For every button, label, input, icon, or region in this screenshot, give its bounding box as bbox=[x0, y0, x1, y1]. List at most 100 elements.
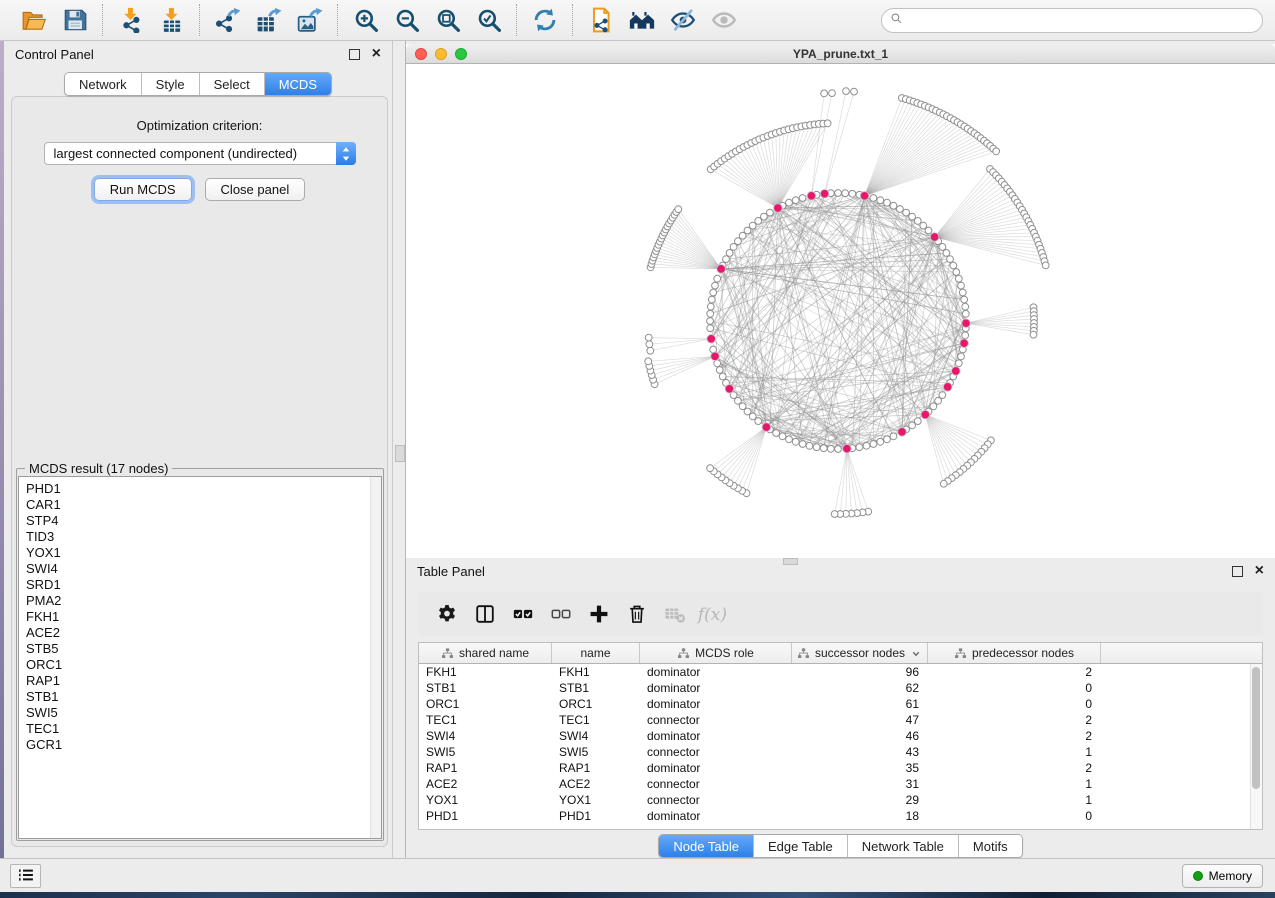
mcds-result-item[interactable]: SWI5 bbox=[26, 705, 381, 721]
export-network-button[interactable] bbox=[207, 4, 248, 36]
table-row[interactable]: ORC1ORC1dominator610 bbox=[419, 696, 1262, 712]
network-canvas[interactable] bbox=[406, 64, 1275, 557]
mcds-result-item[interactable]: STP4 bbox=[26, 513, 381, 529]
open-file-button[interactable] bbox=[13, 4, 54, 36]
import-table-button[interactable] bbox=[151, 4, 192, 36]
mcds-result-item[interactable]: ACE2 bbox=[26, 625, 381, 641]
run-mcds-button[interactable]: Run MCDS bbox=[94, 178, 192, 201]
network-window-titlebar[interactable]: YPA_prune.txt_1 bbox=[406, 44, 1275, 64]
show-columns-button[interactable] bbox=[466, 597, 504, 631]
column-header-predecessor-nodes[interactable]: predecessor nodes bbox=[928, 643, 1101, 663]
table-row[interactable]: PHD1PHD1dominator180 bbox=[419, 808, 1262, 824]
table-cell: 43 bbox=[792, 745, 928, 759]
import-table-icon bbox=[159, 7, 185, 33]
mcds-result-item[interactable]: YOX1 bbox=[26, 545, 381, 561]
show-columns-icon bbox=[474, 603, 496, 625]
mcds-result-item[interactable]: FKH1 bbox=[26, 609, 381, 625]
mcds-result-item[interactable]: SWI4 bbox=[26, 561, 381, 577]
table-row[interactable]: TEC1TEC1connector472 bbox=[419, 712, 1262, 728]
table-row[interactable]: ACE2ACE2connector311 bbox=[419, 776, 1262, 792]
column-type-icon bbox=[441, 647, 454, 660]
table-cell: 2 bbox=[928, 665, 1101, 679]
hide-selected-button[interactable] bbox=[662, 4, 703, 36]
table-tab-motifs[interactable]: Motifs bbox=[958, 835, 1022, 857]
table-cell: SWI5 bbox=[552, 745, 640, 759]
save-session-button[interactable] bbox=[54, 4, 95, 36]
table-row[interactable]: SWI5SWI5connector431 bbox=[419, 744, 1262, 760]
table-cell: 2 bbox=[928, 713, 1101, 727]
table-tab-edge-table[interactable]: Edge Table bbox=[753, 835, 847, 857]
export-table-icon bbox=[256, 7, 282, 33]
mcds-result-item[interactable]: TID3 bbox=[26, 529, 381, 545]
import-network-button[interactable] bbox=[110, 4, 151, 36]
float-panel-icon[interactable] bbox=[349, 49, 360, 60]
tab-select[interactable]: Select bbox=[199, 73, 264, 95]
settings-gear-button[interactable] bbox=[428, 597, 466, 631]
mcds-result-item[interactable]: STB1 bbox=[26, 689, 381, 705]
tab-style[interactable]: Style bbox=[141, 73, 199, 95]
open-file-icon bbox=[21, 7, 47, 33]
table-scrollbar-thumb[interactable] bbox=[1252, 667, 1260, 789]
column-header-MCDS-role[interactable]: MCDS role bbox=[640, 643, 792, 663]
column-label: name bbox=[580, 646, 610, 660]
deselect-all-icon bbox=[550, 603, 572, 625]
column-header-successor-nodes[interactable]: successor nodes bbox=[792, 643, 928, 663]
table-tab-node-table[interactable]: Node Table bbox=[659, 835, 753, 857]
network-from-selection-button[interactable] bbox=[580, 4, 621, 36]
mcds-result-item[interactable]: RAP1 bbox=[26, 673, 381, 689]
table-cell: TEC1 bbox=[419, 713, 552, 727]
zoom-selected-button[interactable] bbox=[468, 4, 509, 36]
column-header-name[interactable]: name bbox=[552, 643, 640, 663]
close-panel-button[interactable]: Close panel bbox=[205, 178, 306, 201]
export-table-button[interactable] bbox=[248, 4, 289, 36]
table-tab-network-table[interactable]: Network Table bbox=[847, 835, 958, 857]
table-cell: RAP1 bbox=[552, 761, 640, 775]
mcds-result-item[interactable]: SRD1 bbox=[26, 577, 381, 593]
table-cell: 35 bbox=[792, 761, 928, 775]
delete-column-button[interactable] bbox=[618, 597, 656, 631]
mcds-result-list[interactable]: PHD1CAR1STP4TID3YOX1SWI4SRD1PMA2FKH1ACE2… bbox=[18, 476, 382, 839]
export-image-button[interactable] bbox=[289, 4, 330, 36]
table-row[interactable]: RAP1RAP1dominator352 bbox=[419, 760, 1262, 776]
optimization-select-value: largest connected component (undirected) bbox=[54, 146, 298, 161]
mcds-result-item[interactable]: ORC1 bbox=[26, 657, 381, 673]
horizontal-splitter-handle[interactable] bbox=[783, 558, 798, 565]
close-table-panel-icon[interactable]: × bbox=[1255, 565, 1264, 577]
mcds-result-item[interactable]: PHD1 bbox=[26, 481, 381, 497]
add-column-button[interactable] bbox=[580, 597, 618, 631]
table-cell: 1 bbox=[928, 793, 1101, 807]
deselect-all-button[interactable] bbox=[542, 597, 580, 631]
memory-button[interactable]: Memory bbox=[1182, 864, 1263, 888]
mcds-result-item[interactable]: TEC1 bbox=[26, 721, 381, 737]
optimization-select[interactable]: largest connected component (undirected) bbox=[44, 142, 356, 165]
table-row[interactable]: YOX1YOX1connector291 bbox=[419, 792, 1262, 808]
close-panel-icon[interactable]: × bbox=[372, 48, 381, 60]
panel-menu-button[interactable] bbox=[10, 864, 41, 888]
mcds-result-item[interactable]: GCR1 bbox=[26, 737, 381, 753]
table-row[interactable]: SWI4SWI4dominator462 bbox=[419, 728, 1262, 744]
mcds-result-item[interactable]: STB5 bbox=[26, 641, 381, 657]
table-cell: ORC1 bbox=[552, 697, 640, 711]
houses-button[interactable] bbox=[621, 4, 662, 36]
select-all-button[interactable] bbox=[504, 597, 542, 631]
mcds-result-item[interactable]: CAR1 bbox=[26, 497, 381, 513]
column-label: shared name bbox=[459, 646, 529, 660]
apply-layout-button[interactable] bbox=[524, 4, 565, 36]
table-scrollbar[interactable] bbox=[1250, 664, 1262, 829]
vertical-splitter[interactable] bbox=[392, 41, 406, 858]
zoom-in-button[interactable] bbox=[345, 4, 386, 36]
search-box[interactable] bbox=[881, 8, 1263, 33]
zoom-out-button[interactable] bbox=[386, 4, 427, 36]
mcds-result-item[interactable]: PMA2 bbox=[26, 593, 381, 609]
table-row[interactable]: STB1STB1dominator620 bbox=[419, 680, 1262, 696]
tab-network[interactable]: Network bbox=[65, 73, 141, 95]
tab-mcds[interactable]: MCDS bbox=[264, 73, 331, 95]
zoom-fit-icon bbox=[435, 7, 461, 33]
table-cell: 31 bbox=[792, 777, 928, 791]
column-header-shared-name[interactable]: shared name bbox=[419, 643, 552, 663]
splitter-handle[interactable] bbox=[395, 445, 405, 462]
search-input[interactable] bbox=[908, 13, 1254, 29]
zoom-fit-button[interactable] bbox=[427, 4, 468, 36]
float-table-panel-icon[interactable] bbox=[1232, 566, 1243, 577]
table-row[interactable]: FKH1FKH1dominator962 bbox=[419, 664, 1262, 680]
